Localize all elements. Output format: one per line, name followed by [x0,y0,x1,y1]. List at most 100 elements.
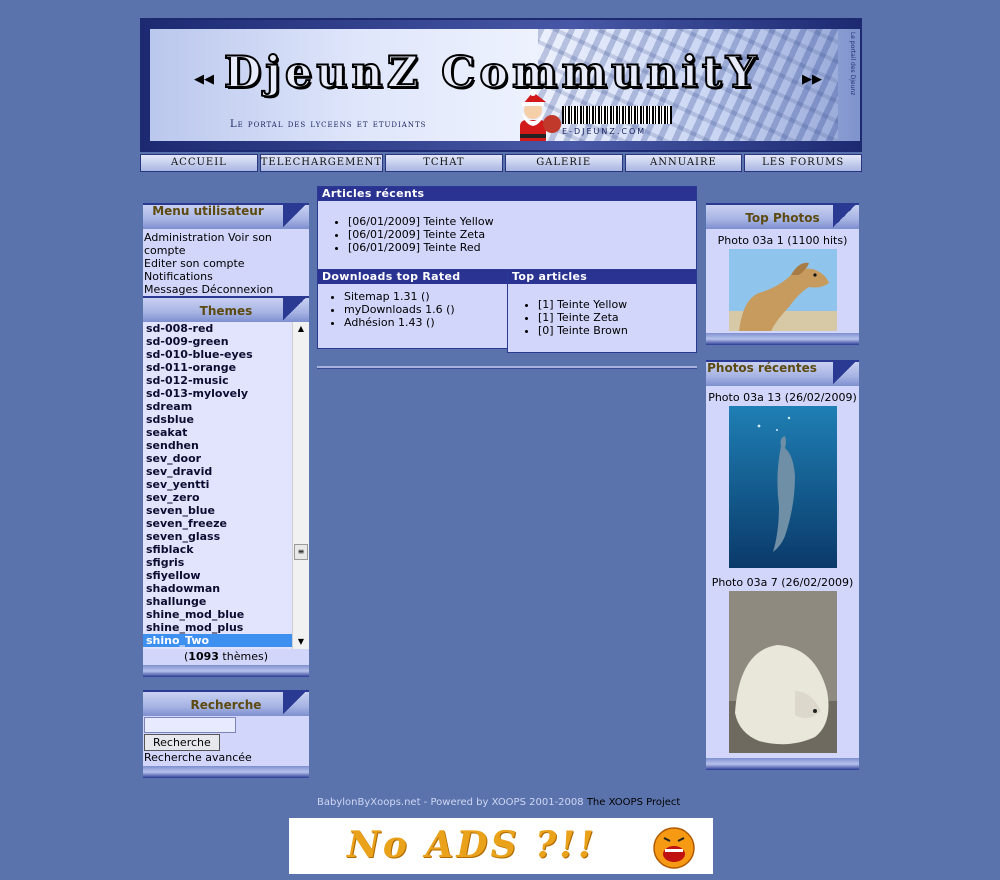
search-header: Recherche [143,690,309,716]
search-body: Recherche Recherche avancée [143,716,309,766]
theme-option[interactable]: seven_glass [143,530,292,543]
nav-galerie[interactable]: GALERIE [504,154,623,172]
theme-option[interactable]: seven_blue [143,504,292,517]
theme-option[interactable]: shino_Two [143,634,292,647]
top-article-link[interactable]: [1] Teinte Yellow [538,298,627,311]
download-link[interactable]: Adhésion 1.43 () [344,316,435,329]
nav-tchat[interactable]: TCHAT [385,154,503,172]
recent-article-link[interactable]: [06/01/2009] Teinte Zeta [348,228,485,241]
theme-listbox[interactable]: sd-008-red sd-009-green sd-010-blue-eyes sd… [143,322,309,649]
theme-option[interactable]: sendhen [143,439,292,452]
scroll-thumb[interactable]: ≡ [294,544,308,560]
download-item[interactable]: myDownloads 1.6 () [344,303,507,316]
theme-option[interactable]: seven_freeze [143,517,292,530]
site-banner[interactable]: Le portail des Djeunz ◀◀ ▶▶ DjeunZ Commu… [140,18,862,152]
scroll-down-icon[interactable]: ▼ [293,635,309,649]
recent-article-item[interactable]: [06/01/2009] Teinte Yellow [348,215,696,228]
top-article-link[interactable]: [0] Teinte Brown [538,324,628,337]
site-footer: BabylonByXoops.net - Powered by XOOPS 20… [317,797,680,808]
ad-banner[interactable]: No ADS ?!! [289,818,713,874]
banner-side-text: Le portail des Djeunz [849,32,856,96]
theme-option[interactable]: sev_yentti [143,478,292,491]
theme-option[interactable]: shine_mod_plus [143,621,292,634]
theme-option[interactable]: sev_zero [143,491,292,504]
download-item[interactable]: Adhésion 1.43 () [344,316,507,329]
theme-option[interactable]: sfiblack [143,543,292,556]
top-photos-footer [706,333,859,345]
theme-option[interactable]: sd-008-red [143,322,292,335]
theme-scrollbar[interactable]: ▲ ≡ ▼ [292,322,309,649]
theme-option[interactable]: sdsblue [143,413,292,426]
santa-claus-icon [520,90,561,146]
themes-title: Themes [199,304,253,318]
theme-option[interactable]: sfigris [143,556,292,569]
download-link[interactable]: myDownloads 1.6 () [344,303,455,316]
download-item[interactable]: Sitemap 1.31 () [344,290,507,303]
theme-option[interactable]: sev_dravid [143,465,292,478]
theme-option[interactable]: sd-009-green [143,335,292,348]
download-link[interactable]: Sitemap 1.31 () [344,290,430,303]
user-menu-title: Menu utilisateur [152,204,264,218]
top-articles-title: Top articles [508,270,696,284]
theme-option[interactable]: sd-012-music [143,374,292,387]
nav-forums[interactable]: LES FORUMS [744,154,863,172]
theme-option[interactable]: sd-011-orange [143,361,292,374]
nav-accueil[interactable]: ACCUEIL [140,154,258,172]
theme-option[interactable]: sd-010-blue-eyes [143,348,292,361]
top-article-item[interactable]: [0] Teinte Brown [538,324,696,337]
theme-option[interactable]: sdream [143,400,292,413]
rewind-icon: ◀◀ [194,72,214,87]
downloads-top-title: Downloads top Rated [318,270,507,284]
theme-option[interactable]: shallunge [143,595,292,608]
advanced-search-link[interactable]: Recherche avancée [144,751,252,764]
recent-photos-block: Photos récentes Photo 03a 13 (26/02/2009… [706,360,859,770]
user-menu-body: Administration Voir son compte Editer so… [143,229,309,298]
recent-articles-title: Articles récents [318,187,696,201]
photo-caption: Photo 03a 1 (1100 hits) [717,234,848,247]
top-article-item[interactable]: [1] Teinte Zeta [538,311,696,324]
top-article-link[interactable]: [1] Teinte Zeta [538,311,619,324]
site-title: DjeunZ CommunitY [223,47,761,99]
search-button[interactable]: Recherche [144,734,220,751]
link-notifications[interactable]: Notifications [144,270,213,283]
search-input[interactable] [144,717,236,733]
user-menu-block: Menu utilisateur Administration Voir son… [143,203,309,310]
xoops-project-link[interactable]: The XOOPS Project [587,797,681,808]
center-divider [317,366,697,369]
themes-block: Themes sd-008-red sd-009-green sd-010-blue… [143,296,309,677]
nav-annuaire[interactable]: ANNUAIRE [624,154,743,172]
recent-article-item[interactable]: [06/01/2009] Teinte Red [348,241,696,254]
top-article-item[interactable]: [1] Teinte Yellow [538,298,696,311]
link-administration[interactable]: Administration [144,231,225,244]
recent-article-link[interactable]: [06/01/2009] Teinte Red [348,241,481,254]
theme-option[interactable]: sfiyellow [143,569,292,582]
theme-option[interactable]: shine_mod_blue [143,608,292,621]
recent-photos-title: Photos récentes [707,361,817,375]
photo-caption: Photo 03a 7 (26/02/2009) [711,576,854,589]
camel-photo[interactable] [728,249,837,331]
recent-article-item[interactable]: [06/01/2009] Teinte Zeta [348,228,696,241]
scroll-up-icon[interactable]: ▲ [293,322,309,336]
link-editer-compte[interactable]: Editer son compte [144,257,245,270]
search-footer [143,766,309,778]
link-messages[interactable]: Messages [144,283,198,296]
top-articles-box: Top articles [1] Teinte Yellow [1] Teint… [507,269,697,353]
footer-powered-text: BabylonByXoops.net - Powered by XOOPS 20… [317,797,584,808]
photo-caption: Photo 03a 13 (26/02/2009) [708,391,857,404]
recent-article-link[interactable]: [06/01/2009] Teinte Yellow [348,215,494,228]
theme-option[interactable]: sev_door [143,452,292,465]
theme-option[interactable]: sd-013-mylovely [143,387,292,400]
banner-bottom-strip [142,141,860,150]
search-title: Recherche [190,698,262,712]
theme-count-suffix: thèmes [222,650,264,663]
dolphin-photo[interactable] [728,406,837,568]
polar-bear-photo[interactable] [728,591,837,753]
shouting-smiley-icon [653,827,695,869]
theme-option[interactable]: shadowman [143,582,292,595]
theme-option[interactable]: seakat [143,426,292,439]
nav-telechargement[interactable]: TELECHARGEMENT [259,154,384,172]
site-url: E-DJEUNZ.COM [562,127,647,136]
link-deconnexion[interactable]: Déconnexion [201,283,273,296]
recent-photos-header: Photos récentes [706,360,859,386]
recent-articles-box: Articles récents [06/01/2009] Teinte Yel… [317,186,697,270]
